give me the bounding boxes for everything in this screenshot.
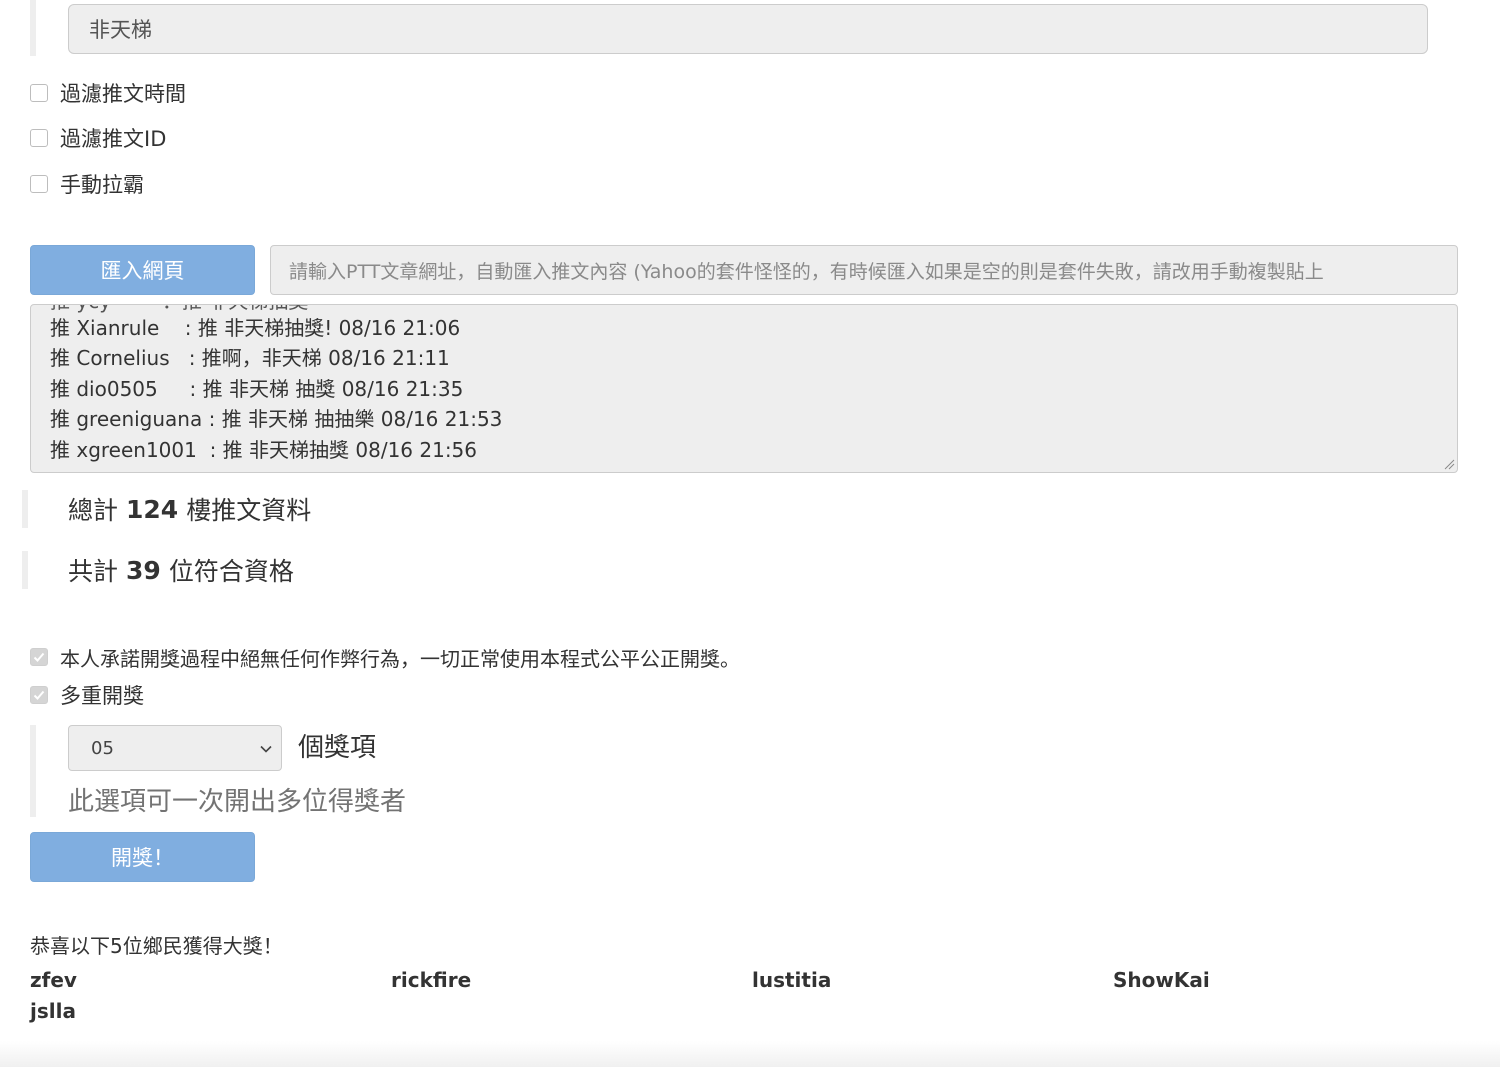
manual-slot-checkbox[interactable] (30, 175, 48, 193)
keyword-input[interactable] (68, 4, 1428, 54)
keyword-block (30, 0, 1440, 56)
resize-handle-icon[interactable] (1443, 458, 1455, 470)
multi-draw-label: 多重開獎 (60, 684, 144, 708)
eligible-count: 39 (126, 555, 161, 585)
push-line: 推 Cornelius : 推啊，非天梯 08/16 21:11 (50, 346, 450, 371)
checkmark-icon (33, 690, 45, 700)
draw-button[interactable]: 開獎！ (30, 832, 255, 882)
filter-time-row[interactable]: 過濾推文時間 (30, 78, 186, 108)
manual-slot-label: 手動拉霸 (60, 173, 144, 197)
push-line: 推 dio0505 : 推 非天梯 抽獎 08/16 21:35 (50, 376, 464, 401)
winner-name: zfev (30, 968, 77, 992)
draw-button-label: 開獎！ (111, 846, 174, 870)
footer-fade (0, 1041, 1500, 1067)
eligible-stat: 共計 39 位符合資格 (22, 551, 294, 589)
pledge-row[interactable]: 本人承諾開獎過程中絕無任何作弊行為，一切正常使用本程式公平公正開獎。 (30, 642, 740, 672)
prize-count-select[interactable]: 05 (68, 725, 282, 771)
import-page-button-label: 匯入網頁 (100, 259, 185, 283)
filter-id-row[interactable]: 過濾推文ID (30, 123, 166, 153)
total-prefix: 總計 (68, 496, 119, 525)
push-content-textarea[interactable]: 推 ycy ：推 非天梯抽獎 推 Xianrule : 推 非天梯抽獎! 08/… (30, 304, 1458, 473)
total-push-stat: 總計 124 樓推文資料 (22, 490, 311, 528)
push-line: 推 Xianrule : 推 非天梯抽獎! 08/16 21:06 (50, 316, 461, 340)
filter-id-checkbox[interactable] (30, 129, 48, 147)
push-list: 推 Xianrule : 推 非天梯抽獎! 08/16 21:06 推 Corn… (50, 313, 502, 465)
eligible-suffix: 位符合資格 (168, 557, 294, 586)
multi-draw-row[interactable]: 多重開獎 (30, 680, 144, 710)
prize-count-block: 05 個獎項 此選項可一次開出多位得獎者 (30, 725, 630, 817)
manual-slot-row[interactable]: 手動拉霸 (30, 169, 144, 199)
winner-name: rickfire (391, 968, 472, 992)
filter-time-checkbox[interactable] (30, 84, 48, 102)
ptt-url-placeholder: 請輸入PTT文章網址，自動匯入推文內容 (Yahoo的套件怪怪的，有時候匯入如果… (289, 260, 1324, 283)
import-page-button[interactable]: 匯入網頁 (30, 245, 255, 295)
checkmark-icon (33, 652, 45, 662)
push-line: 推 xgreen1001 : 推 非天梯抽獎 08/16 21:56 (50, 437, 478, 462)
winner-name: ShowKai (1113, 968, 1210, 992)
filter-time-label: 過濾推文時間 (60, 82, 186, 106)
ptt-url-input[interactable]: 請輸入PTT文章網址，自動匯入推文內容 (Yahoo的套件怪怪的，有時候匯入如果… (270, 245, 1458, 295)
pledge-checkbox[interactable] (30, 648, 48, 666)
push-line: 推 greeniguana : 推 非天梯 抽抽樂 08/16 21:53 (50, 407, 503, 432)
winner-list: zfev rickfire lustitia ShowKai jslla (30, 968, 1470, 1023)
filter-id-label: 過濾推文ID (60, 127, 167, 151)
lottery-page: 過濾推文時間 過濾推文ID 手動拉霸 匯入網頁 請輸入PTT文章網址，自動匯入推… (0, 0, 1500, 1067)
congrats-text: 恭喜以下5位鄉民獲得大獎！ (30, 934, 283, 958)
pledge-label: 本人承諾開獎過程中絕無任何作弊行為，一切正常使用本程式公平公正開獎。 (60, 646, 740, 671)
winner-name: jslla (30, 999, 76, 1023)
prize-count-value: 05 (91, 737, 114, 759)
chevron-down-icon (260, 745, 272, 753)
total-count: 124 (126, 494, 179, 524)
winner-name: lustitia (752, 968, 832, 992)
prize-help-text: 此選項可一次開出多位得獎者 (68, 787, 407, 817)
total-suffix: 樓推文資料 (186, 496, 312, 525)
prize-unit-label: 個獎項 (298, 733, 377, 763)
eligible-prefix: 共計 (68, 557, 119, 586)
multi-draw-checkbox[interactable] (30, 686, 48, 704)
